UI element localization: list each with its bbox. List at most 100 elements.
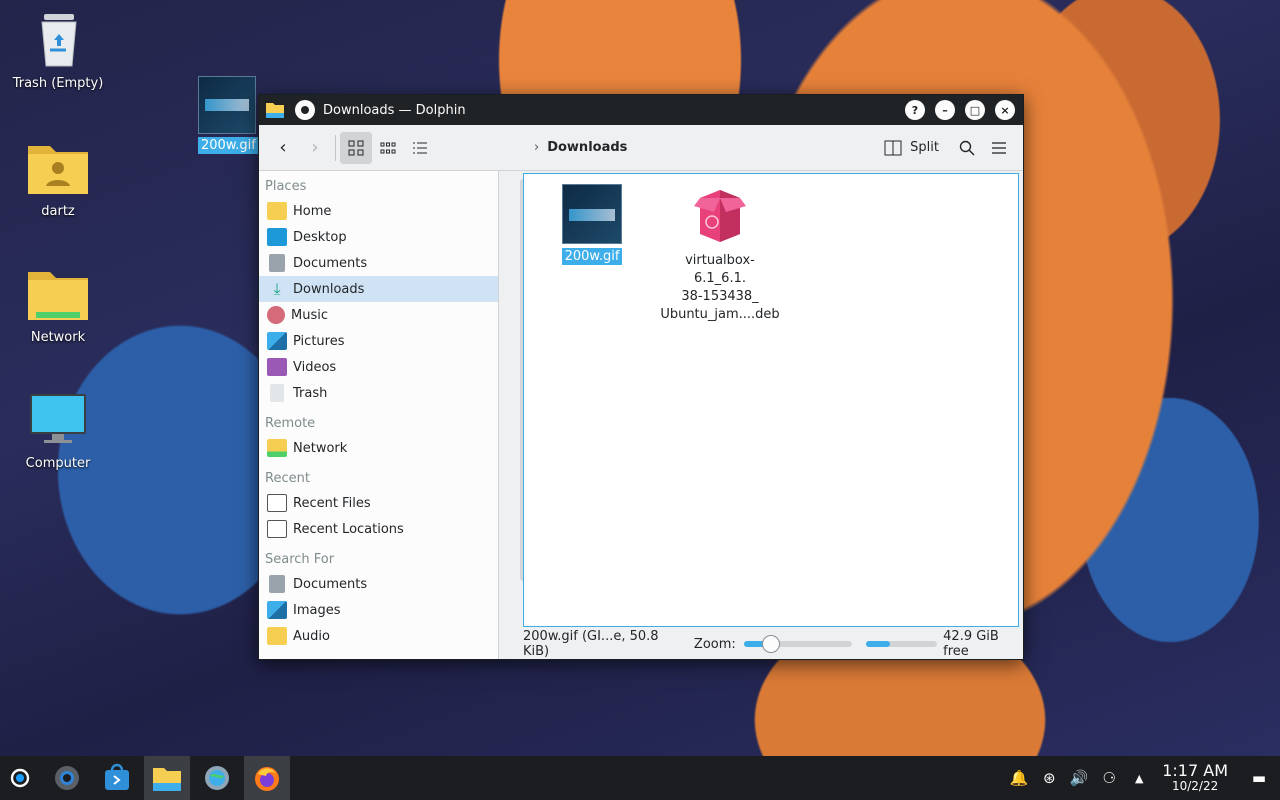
file-name: 200w.gif bbox=[561, 248, 623, 265]
dragged-file-label: 200w.gif bbox=[198, 137, 259, 154]
sidebar-item-label: Trash bbox=[293, 385, 328, 401]
taskbar-firefox[interactable] bbox=[244, 756, 290, 800]
globe-gear-icon bbox=[205, 766, 229, 790]
desktop-icon-network[interactable]: Network bbox=[8, 264, 108, 345]
chevron-right-icon: › bbox=[311, 137, 319, 158]
network-folder-icon bbox=[26, 264, 90, 324]
steam-icon[interactable]: ⊛ bbox=[1034, 769, 1064, 787]
desktop-icon-trash[interactable]: Trash (Empty) bbox=[8, 10, 108, 91]
places-header: Places bbox=[265, 179, 307, 194]
clock-time: 1:17 AM bbox=[1162, 761, 1228, 781]
breadcrumb[interactable]: › Downloads bbox=[534, 140, 627, 155]
sidebar-item-search-images[interactable]: Images bbox=[259, 597, 498, 623]
gif-thumbnail-icon bbox=[198, 76, 256, 134]
file-item[interactable]: 200w.gif bbox=[532, 184, 652, 265]
sidebar-item-label: Home bbox=[293, 203, 332, 219]
zoom-slider[interactable] bbox=[743, 635, 853, 653]
desktop-icon-label: dartz bbox=[41, 204, 75, 219]
places-panel: Places Home Desktop Documents ⤓ Downloads… bbox=[259, 171, 526, 659]
notifications-icon[interactable]: 🔔 bbox=[1004, 769, 1034, 787]
sidebar-item-label: Pictures bbox=[293, 333, 345, 349]
volume-icon[interactable]: 🔊 bbox=[1064, 769, 1094, 787]
gif-thumbnail-icon bbox=[562, 184, 622, 244]
breadcrumb-current[interactable]: Downloads bbox=[547, 140, 627, 155]
clock[interactable]: 1:17 AM 10/2/22 bbox=[1162, 761, 1228, 794]
clock-date: 10/2/22 bbox=[1171, 779, 1219, 794]
trash-icon bbox=[270, 384, 284, 402]
search-icon bbox=[959, 140, 975, 155]
sidebar-item-home[interactable]: Home bbox=[259, 198, 498, 224]
sidebar-item-desktop[interactable]: Desktop bbox=[259, 224, 498, 250]
pin-icon[interactable] bbox=[295, 100, 315, 120]
desktop-icon-label: Network bbox=[30, 330, 86, 345]
recent-files-icon bbox=[267, 494, 287, 512]
sidebar-item-label: Recent Locations bbox=[293, 521, 404, 537]
taskbar-discover[interactable] bbox=[94, 756, 140, 800]
help-button[interactable]: ? bbox=[905, 100, 925, 120]
taskbar-browser[interactable] bbox=[194, 756, 240, 800]
hamburger-icon bbox=[992, 141, 1006, 154]
music-icon bbox=[267, 306, 285, 324]
app-launcher-button[interactable] bbox=[0, 756, 40, 800]
sidebar-item-network[interactable]: Network bbox=[259, 435, 498, 461]
zoom-slider-handle[interactable] bbox=[761, 635, 780, 653]
search-button[interactable] bbox=[951, 132, 983, 164]
sidebar-item-label: Downloads bbox=[293, 281, 365, 297]
computer-icon bbox=[26, 390, 90, 450]
network-status-icon[interactable]: ⚆ bbox=[1094, 769, 1124, 787]
sidebar-item-search-documents[interactable]: Documents bbox=[259, 571, 498, 597]
file-name-line: 38-153438_ bbox=[681, 289, 759, 304]
back-button[interactable]: ‹ bbox=[267, 132, 299, 164]
sidebar-item-recent-files[interactable]: Recent Files bbox=[259, 490, 498, 516]
sidebar-item-search-audio[interactable]: Audio bbox=[259, 623, 498, 649]
sidebar-item-label: Documents bbox=[293, 576, 368, 592]
disk-space-fill bbox=[866, 641, 890, 647]
maximize-button[interactable]: □ bbox=[965, 100, 985, 120]
close-button[interactable]: × bbox=[995, 100, 1015, 120]
desktop-icon-computer[interactable]: Computer bbox=[8, 390, 108, 471]
grid-small-icon bbox=[380, 142, 396, 153]
compact-view-button[interactable] bbox=[372, 132, 404, 164]
minimize-button[interactable]: – bbox=[935, 100, 955, 120]
sidebar-item-pictures[interactable]: Pictures bbox=[259, 328, 498, 354]
selection-info: 200w.gif (GI...e, 50.8 KiB) bbox=[523, 629, 659, 659]
pictures-icon bbox=[267, 332, 287, 350]
sidebar-item-documents[interactable]: Documents bbox=[259, 250, 498, 276]
tray-expand-icon[interactable]: ▲ bbox=[1124, 772, 1154, 785]
sidebar-item-label: Documents bbox=[293, 255, 368, 271]
icons-view-button[interactable] bbox=[340, 131, 372, 164]
menu-button[interactable] bbox=[983, 132, 1015, 164]
remote-header: Remote bbox=[265, 416, 316, 431]
sidebar-item-trash[interactable]: Trash bbox=[259, 380, 498, 406]
sidebar-item-music[interactable]: Music bbox=[259, 302, 498, 328]
sidebar-item-downloads[interactable]: ⤓ Downloads bbox=[259, 276, 498, 302]
split-button[interactable]: Split bbox=[878, 132, 945, 164]
file-view[interactable]: 200w.gif virtualbox-6.1_6.1. 38-153438_ … bbox=[523, 173, 1019, 627]
steam-deck-launcher-icon bbox=[10, 768, 30, 788]
window-title: Downloads — Dolphin bbox=[323, 102, 466, 118]
forward-button[interactable]: › bbox=[299, 132, 331, 164]
taskbar-dolphin[interactable] bbox=[144, 756, 190, 800]
chevron-right-icon: › bbox=[534, 140, 540, 155]
sidebar-item-recent-locations[interactable]: Recent Locations bbox=[259, 516, 498, 542]
package-icon bbox=[690, 184, 750, 246]
grid-large-icon bbox=[348, 140, 364, 155]
show-desktop-icon[interactable]: ▬ bbox=[1244, 769, 1274, 787]
dragged-file[interactable]: 200w.gif bbox=[198, 76, 259, 154]
disk-space-bar bbox=[866, 641, 938, 647]
toolbar-divider bbox=[335, 134, 336, 161]
sidebar-item-videos[interactable]: Videos bbox=[259, 354, 498, 380]
titlebar[interactable]: Downloads — Dolphin ? – □ × bbox=[259, 95, 1023, 125]
sidebar-item-label: Desktop bbox=[293, 229, 347, 245]
file-item[interactable]: virtualbox-6.1_6.1. 38-153438_ Ubuntu_ja… bbox=[660, 184, 780, 324]
system-settings-icon bbox=[55, 766, 79, 790]
details-view-button[interactable] bbox=[404, 132, 436, 164]
sidebar-item-label: Audio bbox=[293, 628, 330, 644]
list-icon bbox=[413, 142, 427, 153]
chevron-left-icon: ‹ bbox=[279, 137, 287, 158]
desktop-icon bbox=[267, 228, 287, 246]
taskbar-settings[interactable] bbox=[44, 756, 90, 800]
desktop-icon-label: Computer bbox=[25, 456, 91, 471]
desktop-icon-home[interactable]: dartz bbox=[8, 138, 108, 219]
dolphin-window: Downloads — Dolphin ? – □ × ‹ › › Downlo… bbox=[258, 94, 1024, 660]
